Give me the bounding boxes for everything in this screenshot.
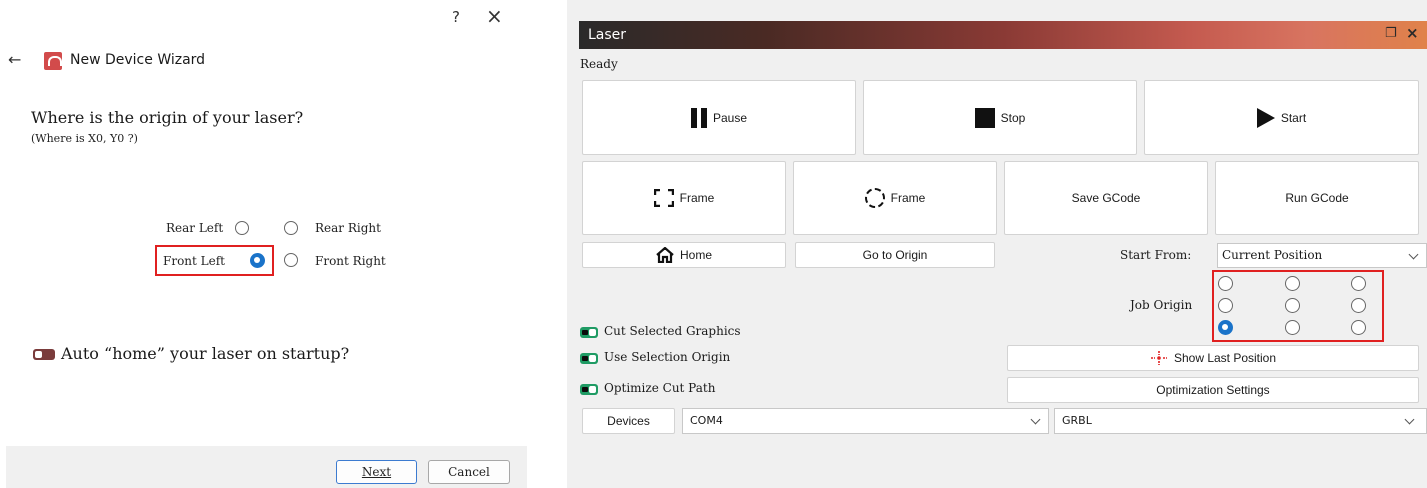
frame-rect-button[interactable]: Frame <box>582 161 786 235</box>
home-button[interactable]: Home <box>582 242 786 268</box>
start-from-value: Current Position <box>1222 248 1323 262</box>
rear-right-radio[interactable] <box>284 221 298 235</box>
rear-left-label: Rear Left <box>166 221 224 235</box>
laser-title: Laser <box>588 27 627 43</box>
optimization-settings-button[interactable]: Optimization Settings <box>1007 377 1419 403</box>
frame-circle-label: Frame <box>890 191 926 205</box>
save-gcode-button[interactable]: Save GCode <box>1004 161 1208 235</box>
optimize-path-label: Optimize Cut Path <box>604 381 716 395</box>
selection-origin-label: Use Selection Origin <box>604 350 731 364</box>
close-icon[interactable]: × <box>1406 24 1419 42</box>
job-origin-radio-bottom-right[interactable] <box>1351 320 1366 335</box>
start-from-label: Start From: <box>1120 248 1192 262</box>
job-origin-radio-bottom-left[interactable] <box>1218 320 1233 335</box>
job-origin-radio-top-left[interactable] <box>1218 276 1233 291</box>
device-type-value: GRBL <box>1062 414 1092 427</box>
laser-title-bar[interactable]: Laser ❐ × <box>579 21 1427 49</box>
show-last-position-button[interactable]: Show Last Position <box>1007 345 1419 371</box>
cut-selected-toggle[interactable] <box>580 327 598 338</box>
help-button[interactable]: ? <box>452 8 460 26</box>
front-left-label: Front Left <box>163 254 225 268</box>
job-origin-grid <box>1212 270 1384 342</box>
pause-label: Pause <box>712 110 748 125</box>
front-right-radio[interactable] <box>284 253 298 267</box>
cut-selected-label: Cut Selected Graphics <box>604 324 741 338</box>
go-to-origin-button[interactable]: Go to Origin <box>795 242 995 268</box>
front-right-label: Front Right <box>315 254 386 268</box>
start-button[interactable]: Start <box>1144 80 1419 155</box>
auto-home-toggle[interactable] <box>33 349 55 360</box>
pause-icon <box>690 107 707 128</box>
origin-question: Where is the origin of your laser? <box>31 108 304 127</box>
wizard-title: New Device Wizard <box>70 52 206 68</box>
job-origin-radio-top-right[interactable] <box>1351 276 1366 291</box>
job-origin-radio-middle-center[interactable] <box>1285 298 1300 313</box>
job-origin-radio-middle-right[interactable] <box>1351 298 1366 313</box>
status-text: Ready <box>580 57 618 71</box>
next-button[interactable]: Next <box>336 460 417 484</box>
devices-button[interactable]: Devices <box>582 408 675 434</box>
job-origin-radio-bottom-center[interactable] <box>1285 320 1300 335</box>
frame-rect-icon <box>653 189 674 207</box>
restore-icon[interactable]: ❐ <box>1385 26 1397 41</box>
pause-button[interactable]: Pause <box>582 80 856 155</box>
job-origin-radio-top-center[interactable] <box>1285 276 1300 291</box>
laser-panel: Laser ❐ × Ready Pause Stop Start Frame F… <box>567 0 1427 488</box>
run-gcode-button[interactable]: Run GCode <box>1215 161 1419 235</box>
frame-circle-icon <box>864 188 885 208</box>
optimize-path-toggle[interactable] <box>580 384 598 395</box>
show-last-position-label: Show Last Position <box>1173 351 1277 365</box>
home-icon <box>656 247 674 263</box>
home-label: Home <box>679 248 712 262</box>
new-device-wizard: ? × ← New Device Wizard Where is the ori… <box>0 0 527 488</box>
cancel-button[interactable]: Cancel <box>428 460 510 484</box>
rear-right-label: Rear Right <box>315 221 381 235</box>
app-logo-icon <box>44 52 62 70</box>
port-select[interactable]: COM4 <box>682 408 1049 434</box>
play-icon <box>1256 107 1275 128</box>
start-label: Start <box>1280 110 1307 125</box>
job-origin-radio-middle-left[interactable] <box>1218 298 1233 313</box>
selection-origin-toggle[interactable] <box>580 353 598 364</box>
start-from-select[interactable]: Current Position <box>1217 243 1427 268</box>
device-type-select[interactable]: GRBL <box>1054 408 1427 434</box>
frame-circle-button[interactable]: Frame <box>793 161 997 235</box>
crosshair-icon <box>1150 351 1167 365</box>
auto-home-label: Auto “home” your laser on startup? <box>61 344 350 363</box>
rear-left-radio[interactable] <box>235 221 249 235</box>
job-origin-label: Job Origin <box>1130 298 1193 312</box>
back-arrow-icon[interactable]: ← <box>8 50 21 69</box>
front-left-radio[interactable] <box>250 253 265 268</box>
port-value: COM4 <box>690 414 723 427</box>
close-button[interactable]: × <box>486 4 503 28</box>
origin-subquestion: (Where is X0, Y0 ?) <box>31 132 138 145</box>
stop-label: Stop <box>1000 110 1026 125</box>
stop-button[interactable]: Stop <box>863 80 1137 155</box>
frame-rect-label: Frame <box>679 191 715 205</box>
stop-icon <box>974 107 995 128</box>
